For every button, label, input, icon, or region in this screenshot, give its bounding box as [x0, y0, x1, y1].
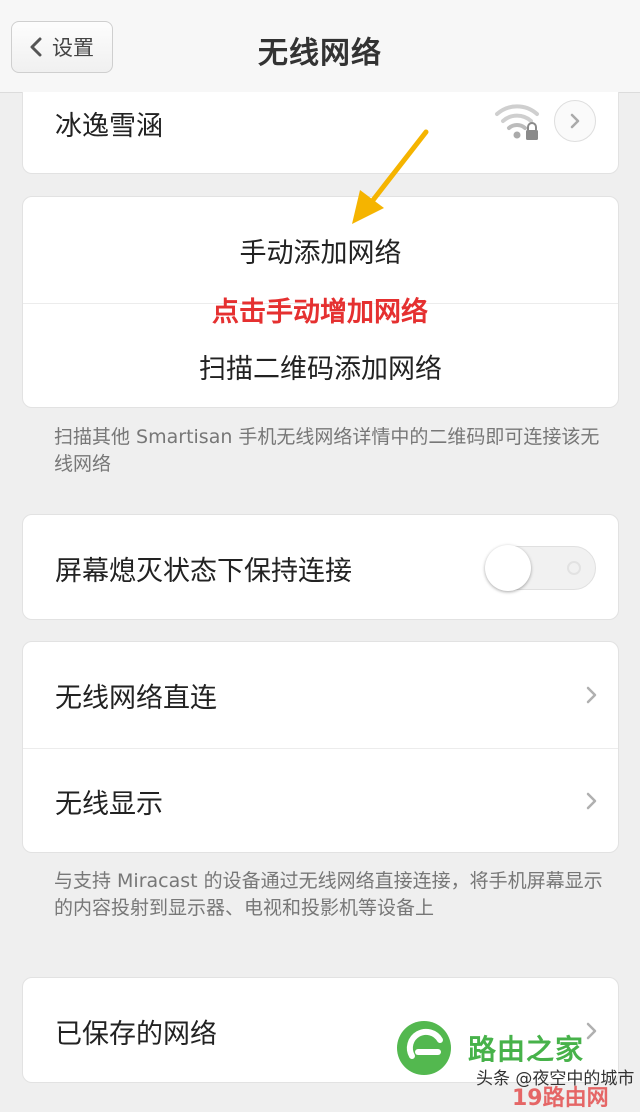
watermark: 路由之家 头条 @夜空中的城市 19路由网 [394, 1014, 640, 1111]
qr-note: 扫描其他 Smartisan 手机无线网络详情中的二维码即可连接该无线网络 [54, 426, 600, 475]
manual-add-network-label: 手动添加网络 [239, 237, 402, 269]
annotation-text: 点击手动增加网络 [212, 297, 428, 328]
chevron-right-icon [570, 113, 580, 129]
page-title: 无线网络 [258, 36, 382, 71]
network-detail-button[interactable] [554, 100, 596, 142]
chevron-right-icon [586, 792, 597, 810]
wifi-direct-item[interactable]: 无线网络直连 [23, 642, 618, 748]
brand-logo-icon [397, 1021, 451, 1075]
wifi-direct-label: 无线网络直连 [55, 682, 217, 714]
saved-networks-label: 已保存的网络 [55, 1018, 217, 1050]
wifi-lock-icon [495, 104, 539, 140]
wireless-display-item[interactable]: 无线显示 [23, 748, 618, 854]
keep-connection-card: 屏幕熄灭状态下保持连接 [22, 514, 619, 620]
network-card: 冰逸雪涵 [22, 92, 619, 174]
miracast-note: 与支持 Miracast 的设备通过无线网络直接连接，将手机屏幕显示的内容投射到… [54, 870, 603, 919]
watermark-brand: 路由之家 [468, 1033, 585, 1066]
keep-connection-toggle[interactable] [485, 545, 596, 591]
wireless-display-label: 无线显示 [55, 788, 163, 820]
wifi-direct-card: 无线网络直连 无线显示 [22, 641, 619, 853]
nav-bar: 设置 无线网络 [0, 0, 640, 93]
chevron-right-icon [586, 686, 597, 704]
toggle-knob [485, 545, 531, 591]
toggle-off-indicator [567, 561, 581, 575]
manual-add-network-item[interactable]: 手动添加网络 [23, 197, 618, 303]
watermark-site: 19路由网 [512, 1086, 609, 1111]
qr-add-network-label: 扫描二维码添加网络 [199, 353, 442, 385]
annotation-arrow-icon [352, 129, 429, 224]
keep-connection-label: 屏幕熄灭状态下保持连接 [55, 555, 352, 587]
qr-add-network-item[interactable]: 扫描二维码添加网络 [23, 323, 618, 409]
network-name: 冰逸雪涵 [55, 110, 163, 142]
